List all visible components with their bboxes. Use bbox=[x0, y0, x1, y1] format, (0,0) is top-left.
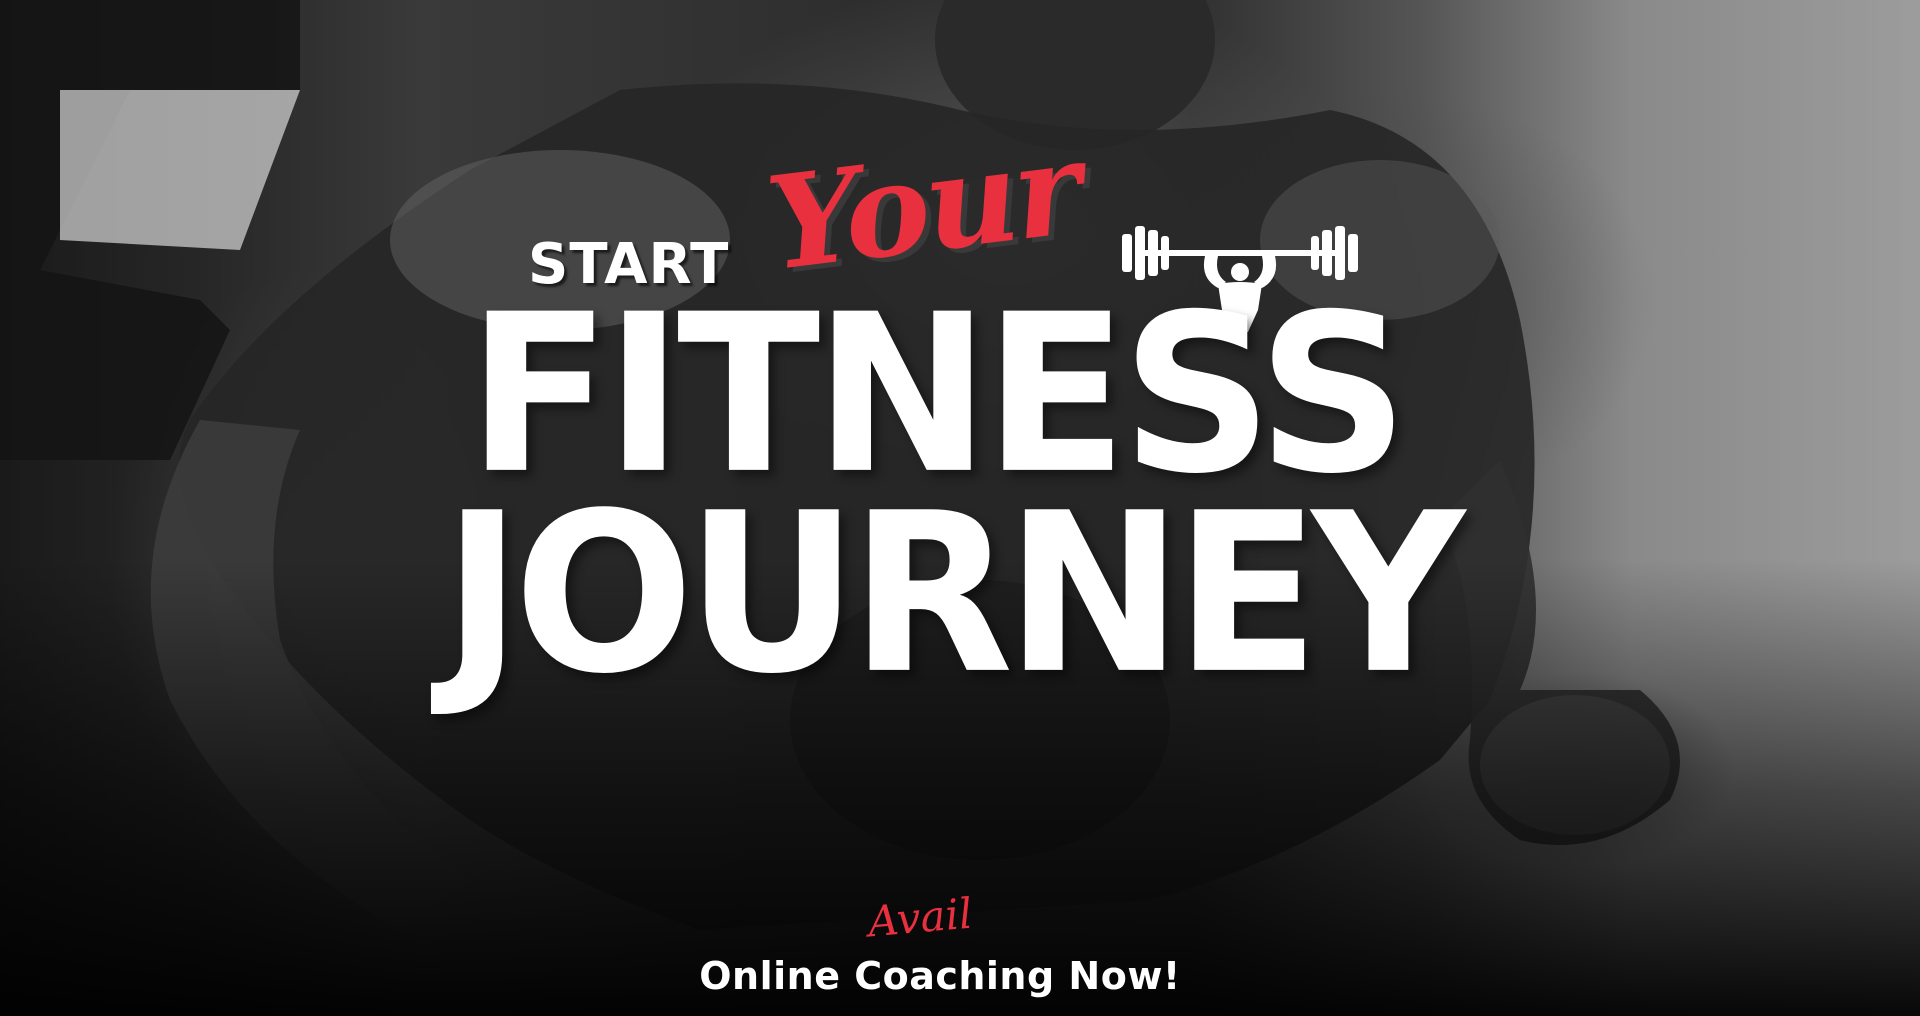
cta-text: Online Coaching Now! bbox=[699, 954, 1181, 998]
cta-script-accent: Avail bbox=[866, 888, 975, 947]
headline-journey: JOURNEY bbox=[442, 465, 1465, 722]
fitness-banner: START Your FITNESS JOURNEY Avail Online … bbox=[0, 0, 1920, 1016]
